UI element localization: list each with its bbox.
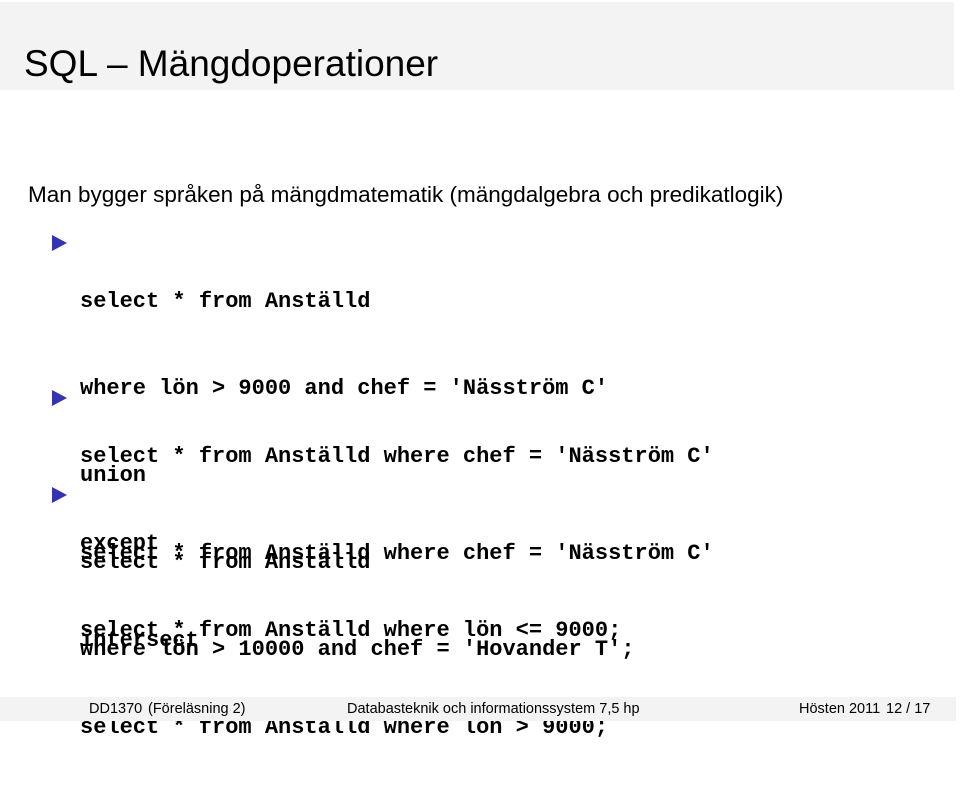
code-line: intersect bbox=[80, 628, 199, 653]
code-line: select * from Anställd where chef = ′Näs… bbox=[80, 444, 714, 469]
code-line: select * from Anställd bbox=[80, 289, 371, 314]
footer-course-code: DD1370 bbox=[89, 701, 143, 717]
code-line: select * from Anställd where chef = ′Näs… bbox=[80, 541, 714, 566]
footer-course-name: Databasteknik och informationssystem 7,5… bbox=[347, 701, 640, 717]
footer-page-number: 12 / 17 bbox=[886, 701, 931, 717]
triangle-bullet-icon bbox=[52, 390, 67, 406]
footer-lecture: (Föreläsning 2) bbox=[148, 701, 246, 717]
slide-title: SQL – Mängdoperationer bbox=[24, 43, 439, 84]
sql-code-block: select * from Anställd where chef = ′Näs… bbox=[80, 481, 714, 800]
slide-header: SQL – Mängdoperationer bbox=[0, 2, 954, 90]
slide-footer: DD1370 (Föreläsning 2) Databasteknik och… bbox=[0, 697, 956, 721]
footer-term: Hösten 2011 bbox=[799, 701, 881, 717]
intro-text: Man bygger språken på mängdmatematik (mä… bbox=[28, 182, 784, 207]
triangle-bullet-icon bbox=[52, 235, 67, 251]
triangle-bullet-icon bbox=[52, 487, 67, 503]
